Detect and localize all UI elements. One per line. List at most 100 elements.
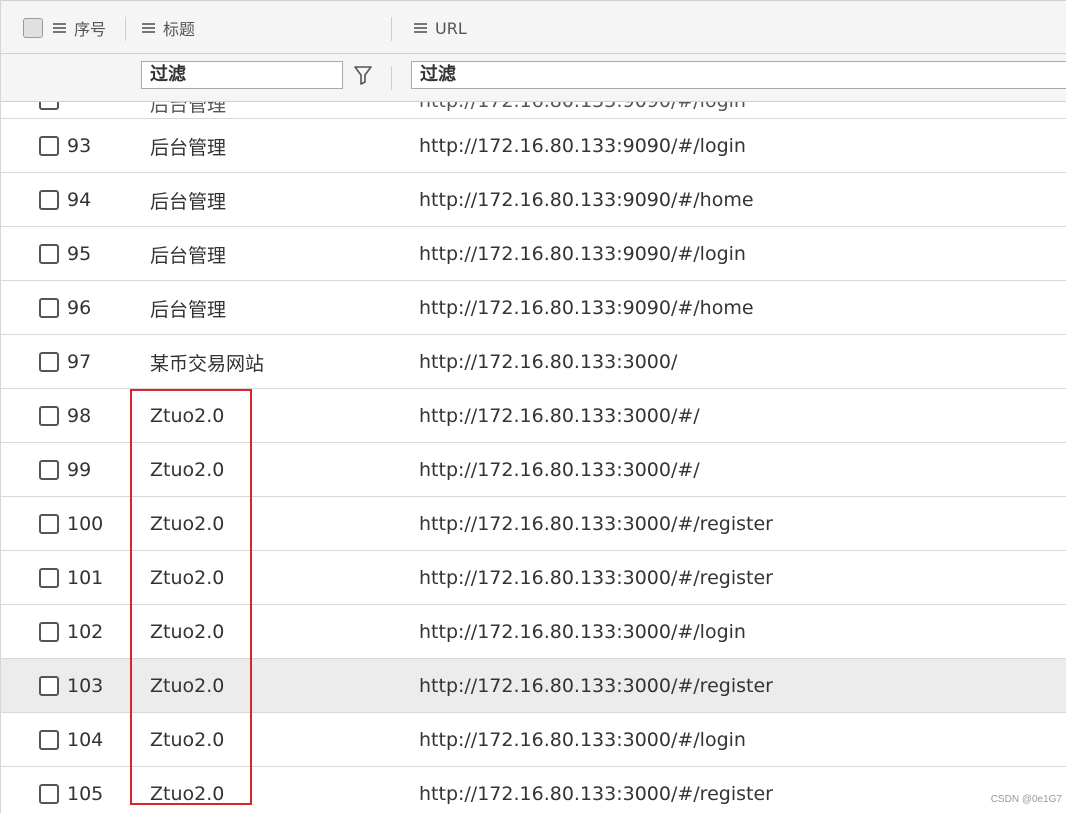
row-number-cell: 95: [39, 227, 91, 281]
row-checkbox[interactable]: [39, 676, 59, 696]
row-number: 96: [67, 297, 92, 319]
row-url: http://172.16.80.133:9090/#/login: [419, 243, 746, 265]
row-checkbox[interactable]: [39, 460, 59, 480]
column-header-title-label: 标题: [163, 20, 196, 39]
table-row[interactable]: 96 后台管理 http://172.16.80.133:9090/#/home: [1, 281, 1066, 335]
row-title: 后台管理: [150, 244, 227, 267]
row-number-cell: 103: [39, 659, 103, 713]
row-number: 103: [67, 675, 104, 697]
column-header-url-label: URL: [435, 18, 467, 38]
filter-row: 过滤 过滤: [1, 54, 1066, 102]
table-row[interactable]: 97 某币交易网站 http://172.16.80.133:3000/: [1, 335, 1066, 389]
row-checkbox[interactable]: [39, 568, 59, 588]
row-checkbox[interactable]: [39, 406, 59, 426]
row-checkbox[interactable]: [39, 514, 59, 534]
row-url: http://172.16.80.133:3000/#/register: [419, 675, 773, 697]
row-checkbox: [39, 102, 59, 110]
row-title: Ztuo2.0: [150, 621, 225, 643]
table-row[interactable]: 99 Ztuo2.0 http://172.16.80.133:3000/#/: [1, 443, 1066, 497]
row-title: 某币交易网站: [150, 352, 265, 375]
grid-header: 序号 标题 URL: [1, 0, 1066, 54]
table-row[interactable]: 102 Ztuo2.0 http://172.16.80.133:3000/#/lo…: [1, 605, 1066, 659]
row-title: Ztuo2.0: [150, 405, 225, 427]
row-url: http://172.16.80.133:3000/#/login: [419, 621, 746, 643]
row-number-cell: 96: [39, 281, 91, 335]
column-separator[interactable]: [391, 17, 392, 41]
column-separator: [391, 66, 392, 90]
row-title: 后台管理: [150, 190, 227, 213]
table-row[interactable]: 94 后台管理 http://172.16.80.133:9090/#/home: [1, 173, 1066, 227]
row-number-cell: 93: [39, 119, 91, 173]
row-number: 104: [67, 729, 104, 751]
row-url: http://172.16.80.133:3000/#/login: [419, 729, 746, 751]
row-title: 后台管理: [150, 298, 227, 321]
row-url: http://172.16.80.133:3000/#/: [419, 405, 700, 427]
row-title: 后台管理: [150, 136, 227, 159]
column-header-url[interactable]: URL: [414, 1, 467, 55]
row-number-cell: 99: [39, 443, 91, 497]
row-title: Ztuo2.0: [150, 675, 225, 697]
filter-icon[interactable]: [353, 64, 373, 86]
row-number-cell: 104: [39, 713, 103, 767]
table-row[interactable]: 98 Ztuo2.0 http://172.16.80.133:3000/#/: [1, 389, 1066, 443]
row-checkbox[interactable]: [39, 784, 59, 804]
row-number: 99: [67, 459, 92, 481]
row-url: http://172.16.80.133:3000/#/: [419, 459, 700, 481]
list-icon: [414, 23, 427, 33]
row-number: 94: [67, 189, 92, 211]
row-url: http://172.16.80.133:3000/#/register: [419, 783, 773, 805]
row-checkbox[interactable]: [39, 244, 59, 264]
row-number: 105: [67, 783, 104, 805]
row-number: 101: [67, 567, 104, 589]
table-row[interactable]: 104 Ztuo2.0 http://172.16.80.133:3000/#/lo…: [1, 713, 1066, 767]
select-all-checkbox[interactable]: [23, 18, 43, 38]
row-checkbox[interactable]: [39, 190, 59, 210]
url-filter-input[interactable]: 过滤: [411, 61, 1066, 89]
row-number: 100: [67, 513, 104, 535]
title-filter-input[interactable]: 过滤: [141, 61, 343, 89]
table-row[interactable]: 100 Ztuo2.0 http://172.16.80.133:3000/#/re…: [1, 497, 1066, 551]
table-row[interactable]: 101 Ztuo2.0 http://172.16.80.133:3000/#/re…: [1, 551, 1066, 605]
list-icon: [142, 23, 155, 33]
column-header-num-label: 序号: [74, 20, 107, 39]
column-header-num[interactable]: 序号: [53, 1, 106, 55]
list-icon: [53, 23, 66, 33]
data-grid: 序号 标题 URL 过滤 过滤 后台管理 http://172.16.80.13…: [0, 0, 1066, 813]
watermark: CSDN @0e1G7: [990, 794, 1062, 805]
row-title: Ztuo2.0: [150, 783, 225, 805]
table-row[interactable]: 105 Ztuo2.0 http://172.16.80.133:3000/#/re…: [1, 767, 1066, 813]
row-number-cell: 102: [39, 605, 103, 659]
row-title: Ztuo2.0: [150, 513, 225, 535]
row-checkbox[interactable]: [39, 730, 59, 750]
table-row[interactable]: 103 Ztuo2.0 http://172.16.80.133:3000/#/re…: [1, 659, 1066, 713]
table-row[interactable]: 93 后台管理 http://172.16.80.133:9090/#/login: [1, 119, 1066, 173]
select-all-cell[interactable]: [23, 1, 43, 55]
row-number: 102: [67, 621, 104, 643]
row-number: 93: [67, 135, 92, 157]
row-url: http://172.16.80.133:3000/#/register: [419, 567, 773, 589]
row-number: 97: [67, 351, 92, 373]
partial-url: http://172.16.80.133:9090/#/login: [419, 102, 746, 112]
row-number: 98: [67, 405, 92, 427]
row-checkbox[interactable]: [39, 136, 59, 156]
row-number-cell: 100: [39, 497, 103, 551]
row-number-cell: 101: [39, 551, 103, 605]
row-number: 95: [67, 243, 92, 265]
row-url: http://172.16.80.133:3000/#/register: [419, 513, 773, 535]
column-header-title[interactable]: 标题: [142, 1, 195, 55]
row-title: Ztuo2.0: [150, 567, 225, 589]
row-number-cell: 94: [39, 173, 91, 227]
row-title: Ztuo2.0: [150, 729, 225, 751]
row-url: http://172.16.80.133:9090/#/login: [419, 135, 746, 157]
row-url: http://172.16.80.133:3000/: [419, 351, 678, 373]
row-checkbox[interactable]: [39, 352, 59, 372]
row-checkbox[interactable]: [39, 622, 59, 642]
row-number-cell: 98: [39, 389, 91, 443]
row-url: http://172.16.80.133:9090/#/home: [419, 297, 754, 319]
row-number-cell: 97: [39, 335, 91, 389]
row-number-cell: 105: [39, 767, 103, 813]
row-url: http://172.16.80.133:9090/#/home: [419, 189, 754, 211]
column-separator[interactable]: [125, 17, 126, 41]
row-checkbox[interactable]: [39, 298, 59, 318]
table-row[interactable]: 95 后台管理 http://172.16.80.133:9090/#/login: [1, 227, 1066, 281]
